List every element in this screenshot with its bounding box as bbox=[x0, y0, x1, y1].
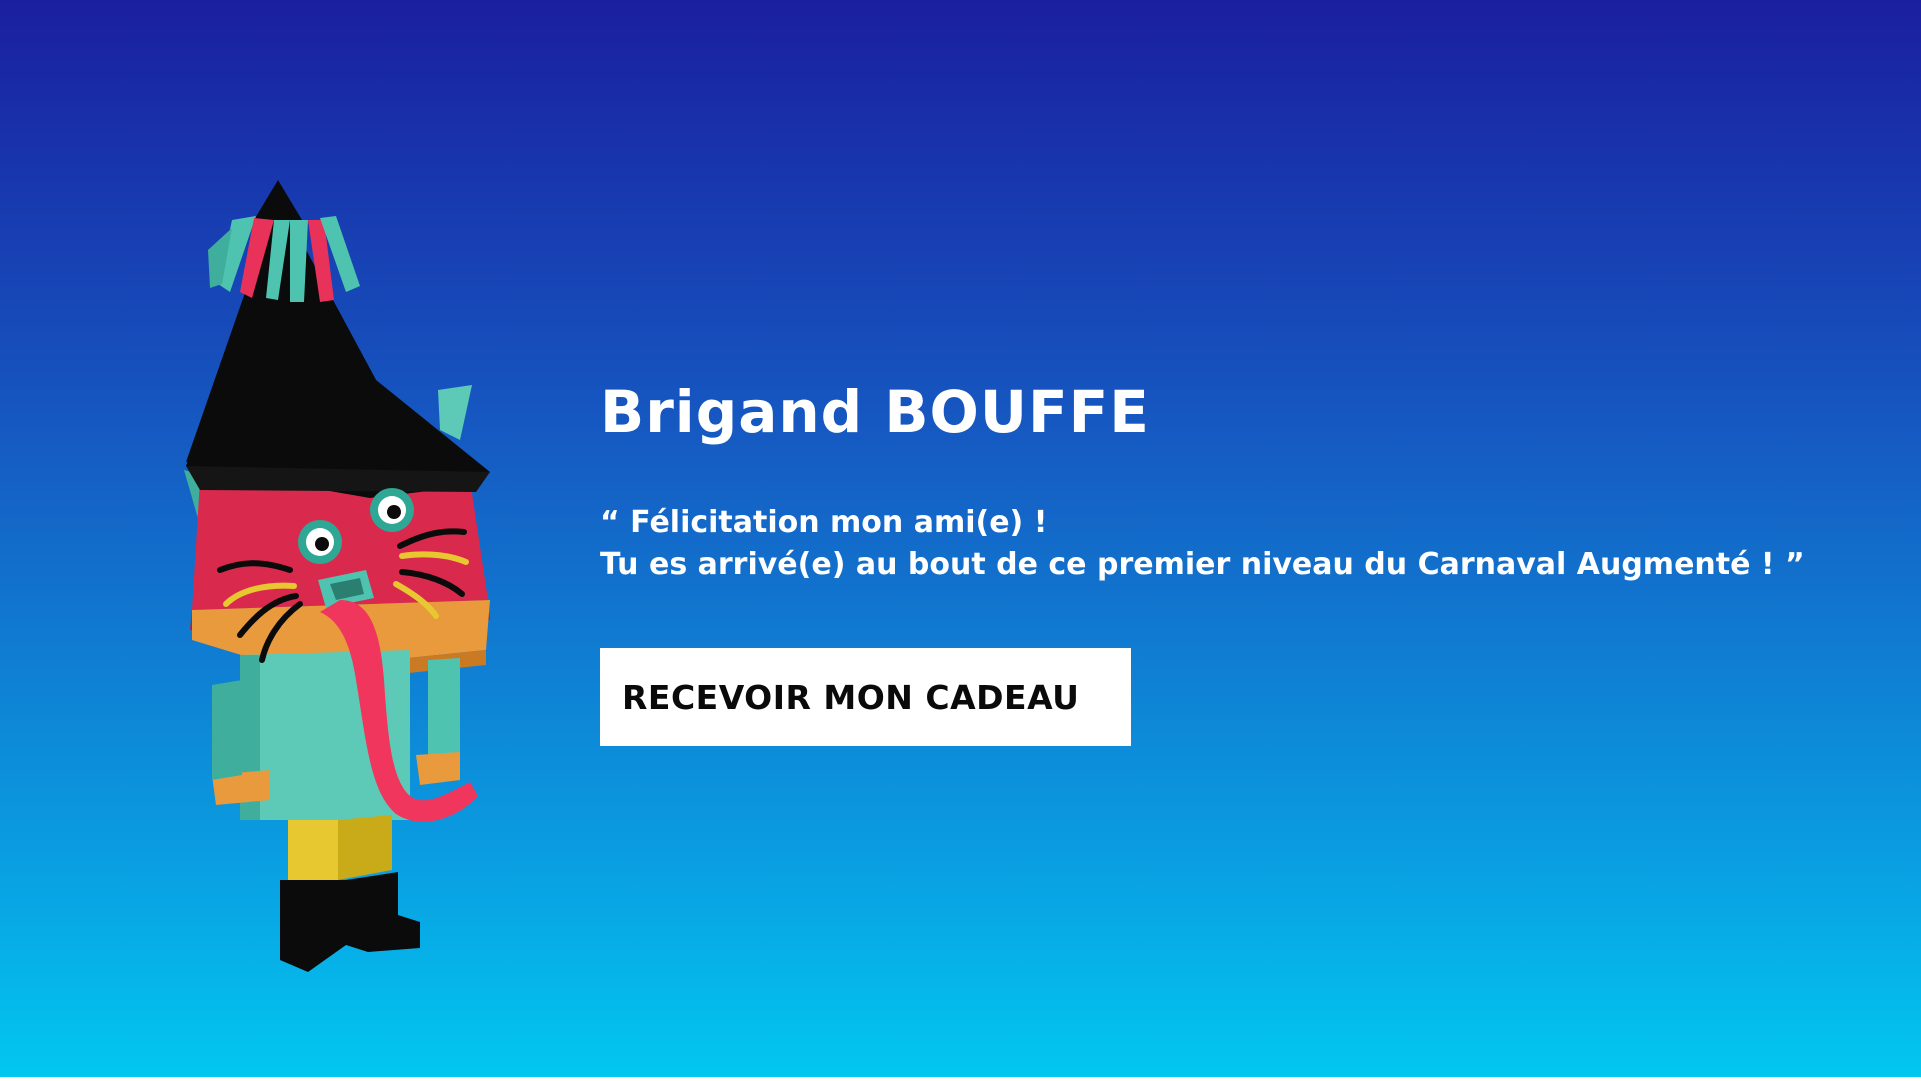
receive-gift-button[interactable]: RECEVOIR MON CADEAU bbox=[600, 648, 1131, 746]
message-line-2: Tu es arrivé(e) au bout de ce premier ni… bbox=[600, 547, 1805, 582]
congratulations-message: “ Félicitation mon ami(e) ! Tu es arrivé… bbox=[600, 502, 1880, 586]
page-title: Brigand BOUFFE bbox=[600, 378, 1150, 446]
message-line-1: “ Félicitation mon ami(e) ! bbox=[600, 505, 1048, 540]
brigand-bouffe-icon bbox=[184, 180, 490, 972]
bottom-divider bbox=[0, 1077, 1921, 1081]
brigand-bouffe-character bbox=[170, 180, 550, 980]
congratulations-panel: Brigand BOUFFE “ Félicitation mon ami(e)… bbox=[600, 372, 1880, 746]
